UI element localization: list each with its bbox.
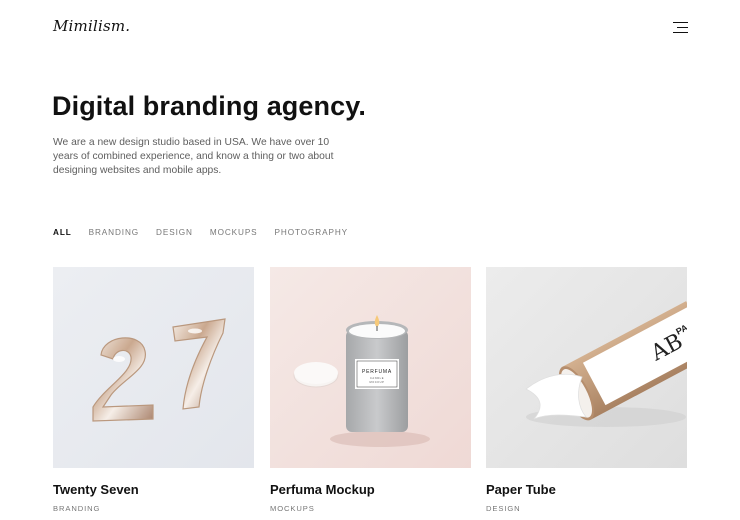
hamburger-menu-icon[interactable] bbox=[673, 22, 688, 34]
portfolio-title[interactable]: Perfuma Mockup bbox=[270, 482, 471, 497]
filter-branding[interactable]: BRANDING bbox=[89, 228, 139, 237]
intro-text: We are a new design studio based in USA.… bbox=[53, 137, 334, 177]
portfolio-card[interactable]: Twenty Seven BRANDING bbox=[53, 267, 254, 513]
portfolio-title[interactable]: Twenty Seven bbox=[53, 482, 254, 497]
portfolio-image-perfuma-mockup[interactable]: PERFUMA CANDLE MOCKUP bbox=[270, 267, 471, 468]
portfolio-category: DESIGN bbox=[486, 504, 521, 513]
portfolio-image-twenty-seven[interactable] bbox=[53, 267, 254, 468]
filter-design[interactable]: DESIGN bbox=[156, 228, 193, 237]
candle-jar-image: PERFUMA CANDLE MOCKUP bbox=[270, 267, 471, 468]
portfolio-title[interactable]: Paper Tube bbox=[486, 482, 687, 497]
portfolio-filters: ALL BRANDING DESIGN MOCKUPS PHOTOGRAPHY bbox=[53, 228, 365, 237]
brand-logo[interactable]: Mimilism. bbox=[53, 17, 130, 35]
filter-photography[interactable]: PHOTOGRAPHY bbox=[275, 228, 348, 237]
candle-sub2: MOCKUP bbox=[370, 380, 385, 384]
paper-tube-image: AB PA bbox=[486, 267, 687, 468]
filter-all[interactable]: ALL bbox=[53, 228, 72, 237]
candle-sub1: CANDLE bbox=[370, 376, 384, 380]
portfolio-category: MOCKUPS bbox=[270, 504, 315, 513]
portfolio-card[interactable]: AB PA Paper Tube DESIGN bbox=[486, 267, 687, 513]
candle-label: PERFUMA bbox=[362, 369, 392, 375]
page-headline: Digital branding agency. bbox=[52, 91, 366, 121]
portfolio-card[interactable]: PERFUMA CANDLE MOCKUP Perfuma Mockup MOC… bbox=[270, 267, 471, 513]
portfolio-image-paper-tube[interactable]: AB PA bbox=[486, 267, 687, 468]
portfolio-category: BRANDING bbox=[53, 504, 101, 513]
filter-mockups[interactable]: MOCKUPS bbox=[210, 228, 258, 237]
balloon-numbers-image bbox=[53, 267, 254, 468]
